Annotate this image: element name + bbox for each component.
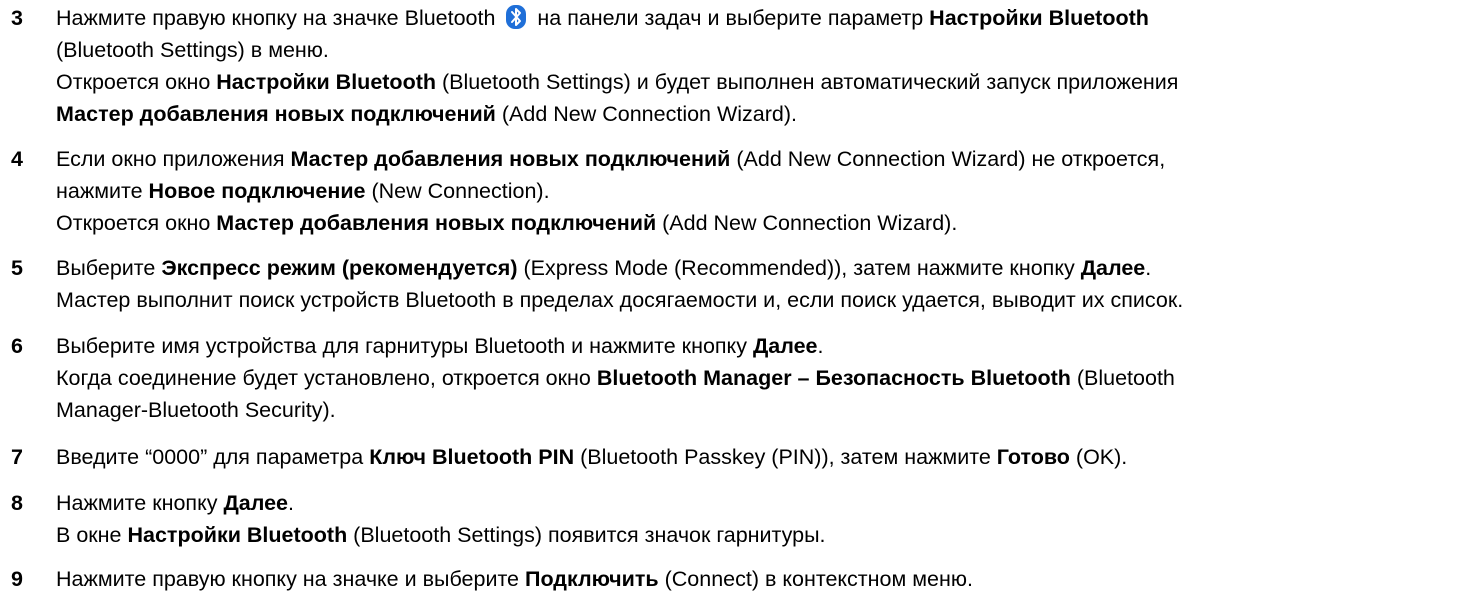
text-segment: (Bluetooth Settings) и будет выполнен ав… — [436, 70, 1179, 94]
bold-term: Bluetooth Manager – Безопасность Bluetoo… — [596, 366, 1071, 390]
step-number: 3 — [11, 6, 23, 30]
text-segment: (Add New Connection Wizard). — [495, 102, 798, 126]
text-segment: Нажмите кнопку — [56, 491, 224, 515]
bold-term: Настройки Bluetooth — [216, 70, 436, 94]
step-line: Выберите имя устройства для гарнитуры Bl… — [56, 330, 1461, 362]
text-segment: Мастер выполнит поиск устройств Bluetoot… — [56, 288, 1184, 312]
text-segment: Откроется окно — [56, 211, 217, 235]
step-line: Выберите Экспресс режим (рекомендуется) … — [56, 252, 1461, 284]
bold-term: Далее — [752, 334, 818, 358]
text-segment: нажмите — [56, 179, 149, 203]
bluetooth-icon — [505, 4, 527, 30]
step-line: Нажмите кнопку Далее. — [56, 487, 1461, 519]
text-segment: (OK). — [1069, 445, 1128, 469]
bold-term: Настройки Bluetooth — [127, 523, 348, 547]
step-text: Введите “0000” для параметра Ключ Blueto… — [56, 441, 1461, 473]
bold-term: Далее — [1080, 256, 1146, 280]
text-segment: В окне — [56, 523, 128, 547]
text-segment: Нажмите правую кнопку на значке Bluetoot… — [56, 6, 502, 30]
text-segment: (New Connection). — [365, 179, 550, 203]
step-text: Нажмите правую кнопку на значке Bluetoot… — [56, 2, 1461, 130]
text-segment: . — [817, 334, 824, 358]
bold-term: Мастер добавления новых подключений — [290, 147, 731, 171]
step-text: Выберите Экспресс режим (рекомендуется) … — [56, 252, 1461, 316]
bold-term: Настройки Bluetooth — [929, 6, 1149, 30]
bold-term: Новое подключение — [148, 179, 366, 203]
step-line: Откроется окно Мастер добавления новых п… — [56, 207, 1461, 239]
text-segment: (Bluetooth Settings) в меню. — [56, 38, 329, 62]
step-text: Нажмите правую кнопку на значке и выбери… — [56, 563, 1461, 595]
text-segment: Manager-Bluetooth Security). — [56, 398, 336, 422]
step-line: Введите “0000” для параметра Ключ Blueto… — [56, 441, 1461, 473]
text-segment: (Express Mode (Recommended)), затем нажм… — [517, 256, 1081, 280]
step-line: Откроется окно Настройки Bluetooth (Blue… — [56, 66, 1461, 98]
text-segment: . — [288, 491, 295, 515]
text-segment: Введите “0000” для параметра — [56, 445, 370, 469]
step-number: 9 — [11, 567, 23, 591]
bold-term: Мастер добавления новых подключений — [56, 102, 496, 126]
text-segment: (Bluetooth Passkey (PIN)), затем нажмите — [574, 445, 997, 469]
bold-term: Готово — [996, 445, 1070, 469]
step-line: Нажмите правую кнопку на значке Bluetoot… — [56, 2, 1461, 34]
instruction-page: 3 Нажмите правую кнопку на значке Bluetoo… — [0, 0, 1466, 591]
bold-term: Подключить — [525, 567, 659, 591]
text-segment: Если окно приложения — [56, 147, 291, 171]
step-text: Нажмите кнопку Далее. В окне Настройки Bl… — [56, 487, 1461, 551]
text-segment: (Add New Connection Wizard). — [656, 211, 958, 235]
step-text: Выберите имя устройства для гарнитуры Bl… — [56, 330, 1461, 426]
text-segment: Когда соединение будет установлено, откр… — [56, 366, 597, 390]
text-segment: . — [1145, 256, 1152, 280]
text-segment: на панели задач и выберите параметр — [531, 6, 930, 30]
bold-term: Экспресс режим (рекомендуется) — [161, 256, 518, 280]
text-segment: Выберите имя устройства для гарнитуры Bl… — [56, 334, 753, 358]
step-line: (Bluetooth Settings) в меню. — [56, 34, 1461, 66]
text-segment: Нажмите правую кнопку на значке и выбери… — [56, 567, 525, 591]
text-segment: (Add New Connection Wizard) не откроется… — [730, 147, 1166, 171]
text-segment: (Bluetooth Settings) появится значок гар… — [347, 523, 826, 547]
step-number: 8 — [11, 491, 23, 515]
step-line: В окне Настройки Bluetooth (Bluetooth Se… — [56, 519, 1461, 551]
text-segment: Выберите — [56, 256, 162, 280]
step-line: Мастер добавления новых подключений (Add… — [56, 98, 1461, 130]
bold-term: Ключ Bluetooth PIN — [369, 445, 575, 469]
step-number: 4 — [11, 147, 23, 171]
bold-term: Мастер добавления новых подключений — [216, 211, 657, 235]
step-line: нажмите Новое подключение (New Connectio… — [56, 175, 1461, 207]
step-line: Если окно приложения Мастер добавления н… — [56, 143, 1461, 175]
step-line: Мастер выполнит поиск устройств Bluetoot… — [56, 284, 1461, 316]
bold-term: Далее — [223, 491, 289, 515]
step-text: Если окно приложения Мастер добавления н… — [56, 143, 1461, 239]
step-line: Нажмите правую кнопку на значке и выбери… — [56, 563, 1461, 595]
step-line: Manager-Bluetooth Security). — [56, 394, 1461, 426]
step-line: Когда соединение будет установлено, откр… — [56, 362, 1461, 394]
step-number: 5 — [11, 256, 23, 280]
step-number: 7 — [11, 445, 23, 469]
text-segment: (Connect) в контекстном меню. — [658, 567, 973, 591]
step-number: 6 — [11, 334, 23, 358]
text-segment: (Bluetooth — [1070, 366, 1175, 390]
text-segment: Откроется окно — [56, 70, 217, 94]
